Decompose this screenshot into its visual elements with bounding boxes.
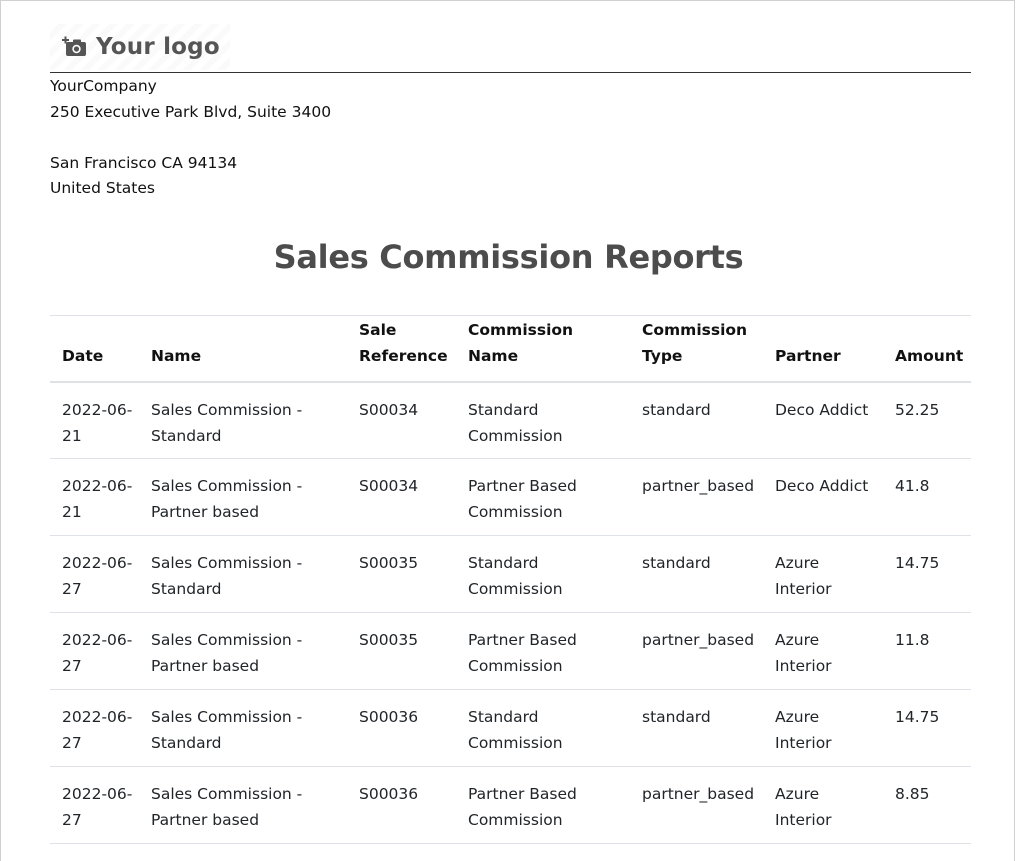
cell-name: Sales Commission - Standard bbox=[139, 381, 347, 459]
table-row: 2022-06-27 Sales Commission - Partner ba… bbox=[50, 612, 971, 690]
cell-sale-reference: S00035 bbox=[347, 612, 456, 690]
address-line-2 bbox=[50, 125, 331, 151]
cell-amount: 14.75 bbox=[883, 535, 971, 613]
cell-commission-type: partner_based bbox=[630, 458, 763, 536]
cell-commission-name: Standard Commission bbox=[456, 381, 630, 459]
column-header-sale-reference: Sale Reference bbox=[347, 315, 456, 383]
cell-partner: Azure Interior bbox=[763, 689, 883, 767]
cell-sale-reference: S00036 bbox=[347, 766, 456, 844]
address-line-1: 250 Executive Park Blvd, Suite 3400 bbox=[50, 102, 332, 121]
column-header-amount: Amount bbox=[883, 315, 971, 383]
cell-date: 2022-06-21 bbox=[50, 381, 139, 459]
cell-date: 2022-06-27 bbox=[50, 535, 139, 613]
cell-name: Sales Commission - Standard bbox=[139, 535, 347, 613]
cell-partner: Azure Interior bbox=[763, 535, 883, 613]
table-header-row: Date Name Sale Reference Commission Name… bbox=[50, 315, 971, 383]
cell-amount: 8.85 bbox=[883, 766, 971, 844]
table-row: 2022-06-21 Sales Commission - Standard S… bbox=[50, 381, 971, 459]
cell-sale-reference: S00036 bbox=[347, 689, 456, 767]
report-title: Sales Commission Reports bbox=[273, 238, 744, 276]
cell-commission-type: partner_based bbox=[630, 612, 763, 690]
table-row: 2022-06-27 Sales Commission - Partner ba… bbox=[50, 766, 971, 844]
cell-partner: Deco Addict bbox=[763, 458, 883, 536]
company-address: YourCompany 250 Executive Park Blvd, Sui… bbox=[50, 74, 331, 202]
cell-name: Sales Commission - Partner based bbox=[139, 766, 347, 844]
cell-name: Sales Commission - Partner based bbox=[139, 612, 347, 690]
table-row: 2022-06-27 Sales Commission - Standard S… bbox=[50, 689, 971, 767]
cell-amount: 52.25 bbox=[883, 381, 971, 459]
cell-partner: Deco Addict bbox=[763, 381, 883, 459]
cell-sale-reference: S00035 bbox=[347, 535, 456, 613]
cell-name: Sales Commission - Standard bbox=[139, 689, 347, 767]
table-row: 2022-06-27 Sales Commission - Standard S… bbox=[50, 535, 971, 613]
cell-date: 2022-06-27 bbox=[50, 689, 139, 767]
cell-date: 2022-06-21 bbox=[50, 458, 139, 536]
cell-commission-name: Partner Based Commission bbox=[456, 612, 630, 690]
commission-table: Date Name Sale Reference Commission Name… bbox=[50, 315, 971, 844]
column-header-name: Name bbox=[139, 315, 347, 383]
cell-commission-type: partner_based bbox=[630, 766, 763, 844]
logo-text: Your logo bbox=[96, 34, 220, 60]
camera-plus-icon bbox=[62, 36, 88, 58]
cell-date: 2022-06-27 bbox=[50, 766, 139, 844]
cell-commission-name: Partner Based Commission bbox=[456, 766, 630, 844]
cell-sale-reference: S00034 bbox=[347, 458, 456, 536]
cell-commission-type: standard bbox=[630, 535, 763, 613]
cell-date: 2022-06-27 bbox=[50, 612, 139, 690]
cell-commission-type: standard bbox=[630, 381, 763, 459]
address-country: United States bbox=[50, 179, 155, 197]
company-logo: Your logo bbox=[50, 24, 230, 70]
cell-commission-name: Standard Commission bbox=[456, 535, 630, 613]
table-row: 2022-06-21 Sales Commission - Partner ba… bbox=[50, 458, 971, 536]
cell-amount: 14.75 bbox=[883, 689, 971, 767]
column-header-partner: Partner bbox=[763, 315, 883, 383]
column-header-commission-type: Commission Type bbox=[630, 315, 763, 383]
cell-amount: 41.8 bbox=[883, 458, 971, 536]
cell-amount: 11.8 bbox=[883, 612, 971, 690]
company-name: YourCompany bbox=[50, 77, 157, 95]
cell-sale-reference: S00034 bbox=[347, 381, 456, 459]
header-divider bbox=[50, 72, 971, 73]
cell-partner: Azure Interior bbox=[763, 766, 883, 844]
column-header-commission-name: Commission Name bbox=[456, 315, 630, 383]
address-city: San Francisco CA 94134 bbox=[50, 153, 238, 172]
column-header-date: Date bbox=[50, 315, 139, 383]
cell-partner: Azure Interior bbox=[763, 612, 883, 690]
cell-name: Sales Commission - Partner based bbox=[139, 458, 347, 536]
cell-commission-type: standard bbox=[630, 689, 763, 767]
cell-commission-name: Partner Based Commission bbox=[456, 458, 630, 536]
cell-commission-name: Standard Commission bbox=[456, 689, 630, 767]
